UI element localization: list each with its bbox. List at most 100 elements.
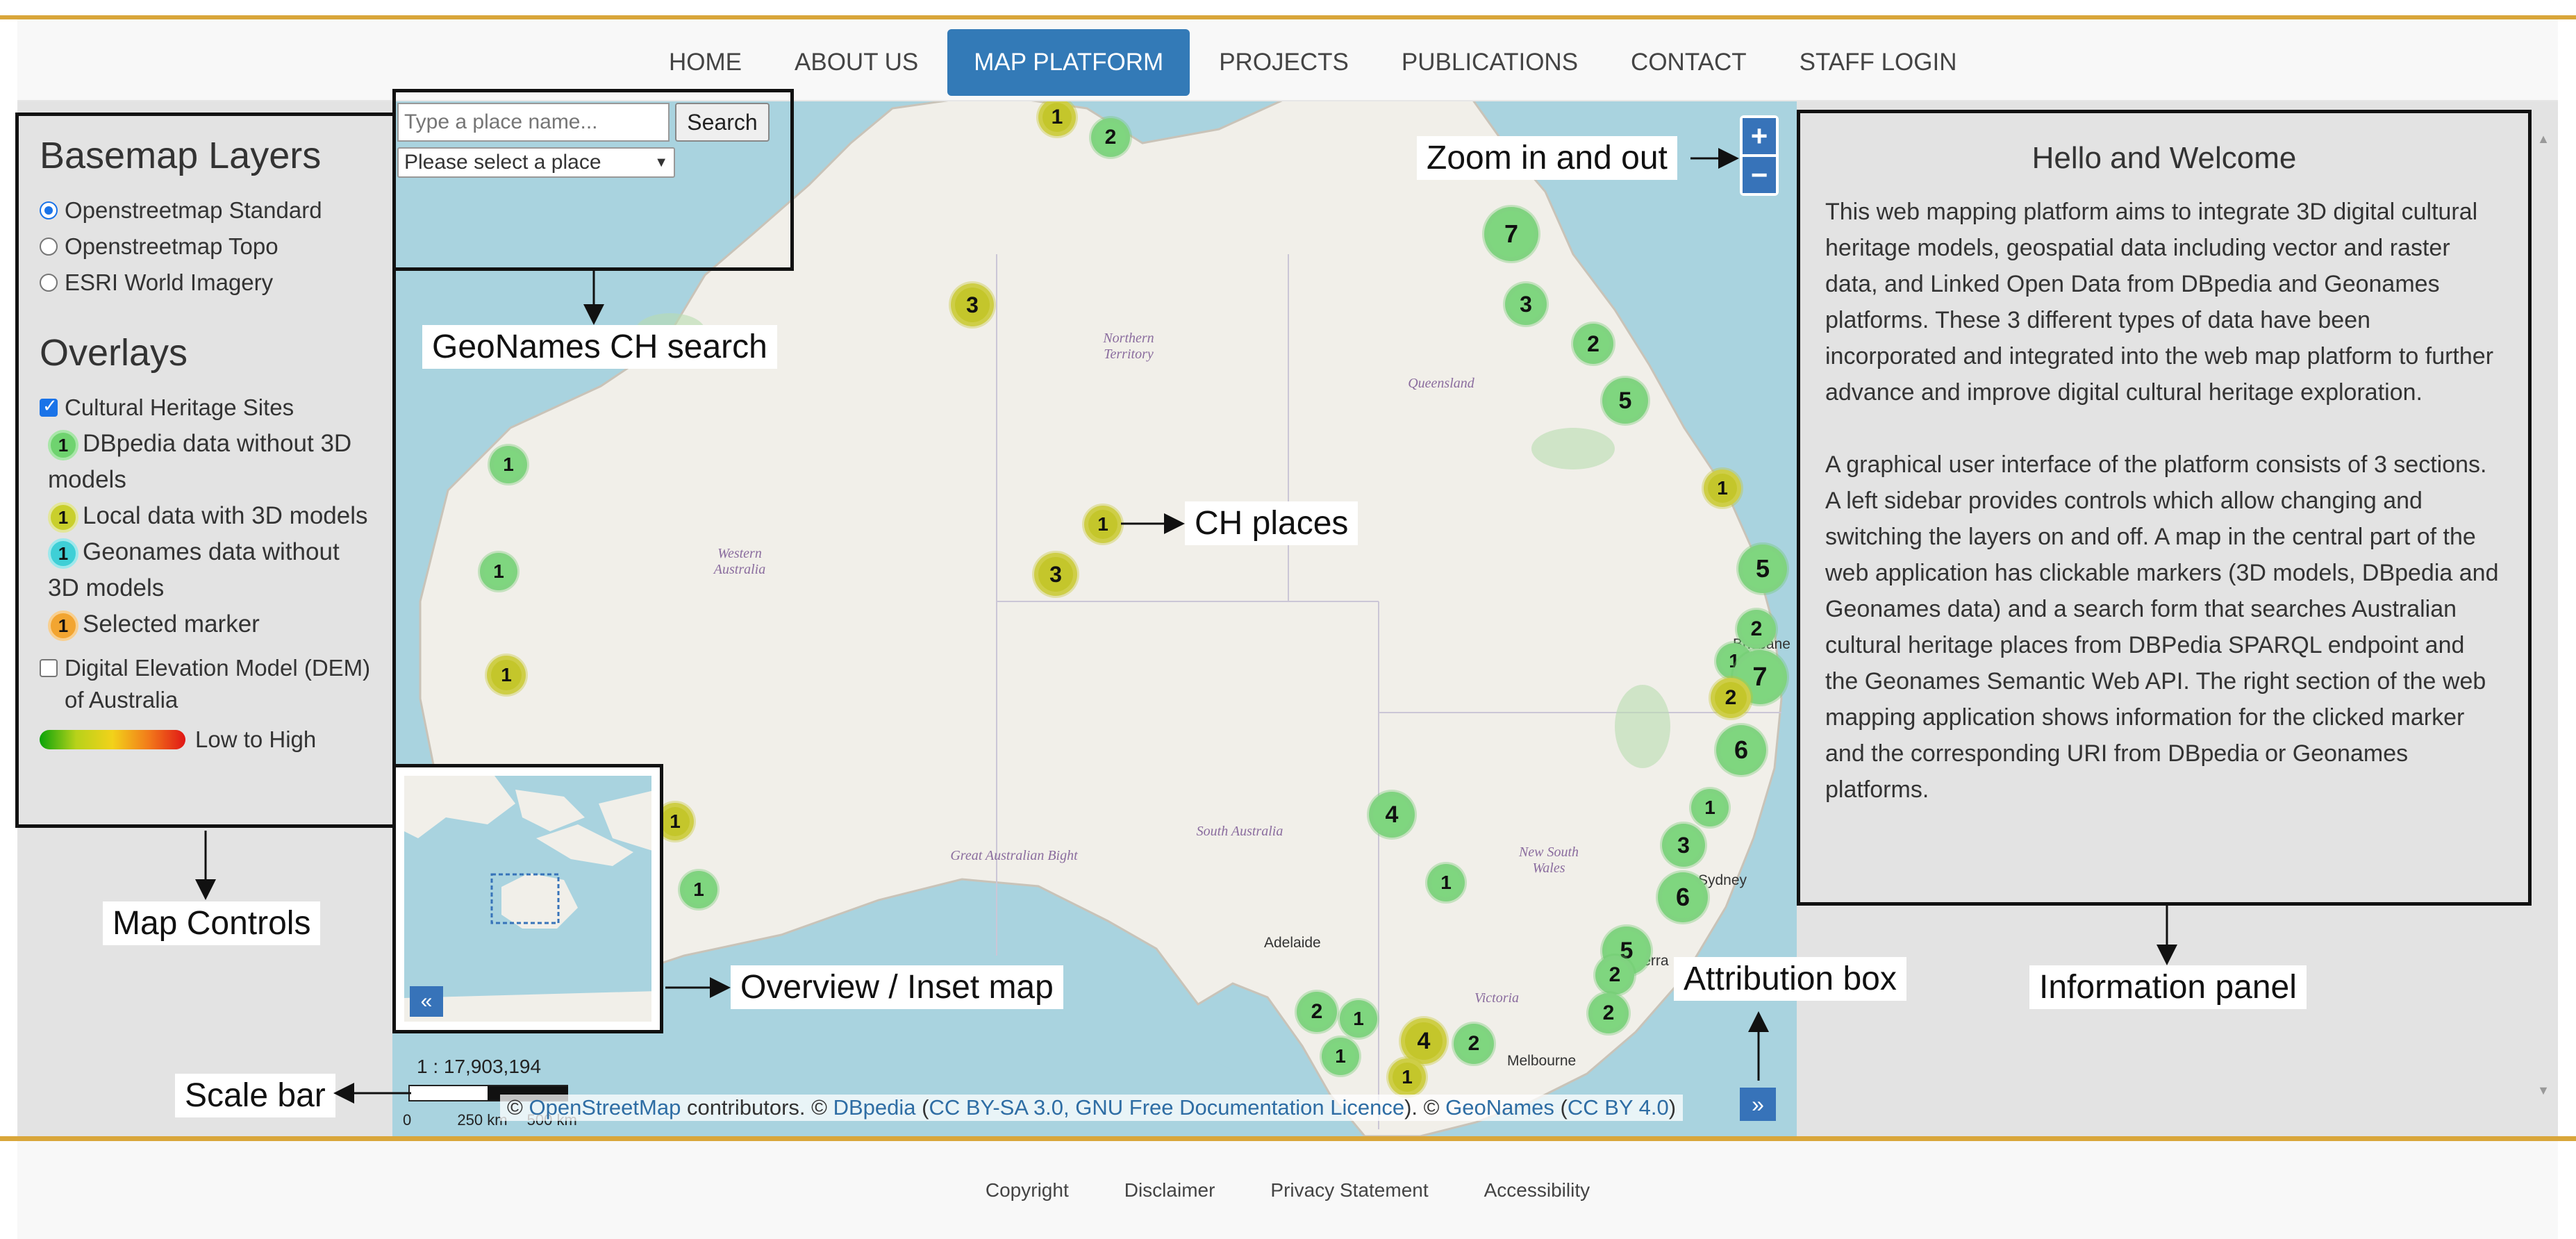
info-scrollbar[interactable]: ▲ ▼ bbox=[2535, 132, 2552, 1104]
overlay-dem[interactable]: Digital Elevation Model (DEM) of Austral… bbox=[40, 652, 372, 716]
marker-cluster[interactable]: 1 bbox=[1691, 789, 1729, 826]
marker-cluster[interactable]: 4 bbox=[1369, 792, 1415, 838]
marker-cluster[interactable]: 2 bbox=[1454, 1024, 1494, 1064]
marker-cluster[interactable]: 1 bbox=[1388, 1058, 1426, 1096]
legend-badge-teal: 1 bbox=[48, 538, 78, 569]
marker-cluster[interactable]: 1 bbox=[1704, 469, 1741, 507]
label-melbourne: Melbourne bbox=[1507, 1053, 1577, 1069]
marker-cluster[interactable]: 6 bbox=[1658, 872, 1708, 922]
annotation-overview: Overview / Inset map bbox=[731, 965, 1063, 1009]
place-select[interactable]: Please select a place ▼ bbox=[397, 147, 675, 178]
zoom-out-button[interactable]: − bbox=[1743, 157, 1776, 193]
label-adelaide: Adelaide bbox=[1264, 935, 1321, 951]
overlay-ch-sites[interactable]: Cultural Heritage Sites bbox=[40, 390, 372, 426]
attribution-osm-suffix: contributors. © bbox=[686, 1095, 827, 1120]
scroll-down-icon[interactable]: ▼ bbox=[2535, 1083, 2552, 1098]
nav-about-us[interactable]: ABOUT US bbox=[768, 29, 945, 96]
attribution-toggle-button[interactable]: » bbox=[1740, 1088, 1776, 1121]
basemap-option-esri[interactable]: ESRI World Imagery bbox=[40, 265, 372, 301]
marker-cluster[interactable]: 2 bbox=[1588, 993, 1629, 1033]
marker-cluster[interactable]: 2 bbox=[1711, 678, 1751, 718]
basemap-option-topo[interactable]: Openstreetmap Topo bbox=[40, 228, 372, 265]
marker-cluster[interactable]: 1 bbox=[1322, 1038, 1359, 1075]
label-new-south-wales: New South Wales bbox=[1518, 845, 1579, 876]
overlays-heading: Overlays bbox=[40, 332, 188, 374]
label-northern-territory: Northern Territory bbox=[1103, 331, 1154, 362]
checkbox-dem[interactable] bbox=[40, 659, 58, 677]
legend-badge-orange: 1 bbox=[48, 610, 78, 641]
footer-privacy-link[interactable]: Privacy Statement bbox=[1270, 1179, 1428, 1201]
ramp-label: Low to High bbox=[195, 726, 317, 752]
marker-cluster[interactable]: 1 bbox=[487, 656, 526, 695]
marker-cluster[interactable]: 2 bbox=[1091, 118, 1130, 157]
marker-cluster[interactable]: 3 bbox=[951, 283, 994, 326]
attribution-license-link[interactable]: CC BY-SA 3.0, GNU Free Documentation Lic… bbox=[929, 1095, 1404, 1120]
footer-accessibility-link[interactable]: Accessibility bbox=[1484, 1179, 1590, 1201]
scroll-up-icon[interactable]: ▲ bbox=[2535, 132, 2552, 147]
search-button[interactable]: Search bbox=[675, 103, 770, 142]
marker-cluster[interactable]: 2 bbox=[1737, 610, 1776, 649]
annotation-zoom: Zoom in and out bbox=[1417, 136, 1677, 180]
marker-ch-place[interactable]: 1 bbox=[1084, 506, 1122, 543]
annotation-places: CH places bbox=[1185, 501, 1358, 545]
radio-topo[interactable] bbox=[40, 238, 58, 256]
legend-text: Geonames data without 3D models bbox=[48, 538, 340, 601]
legend-text: DBpedia data without 3D models bbox=[48, 430, 352, 493]
marker-cluster[interactable]: 1 bbox=[1340, 1000, 1377, 1038]
marker-cluster[interactable]: 5 bbox=[1602, 378, 1648, 424]
marker-cluster[interactable]: 2 bbox=[1573, 324, 1613, 364]
overview-toggle-button[interactable]: « bbox=[410, 986, 443, 1017]
legend-badge-yellow: 1 bbox=[48, 501, 78, 533]
annotation-controls: Map Controls bbox=[103, 901, 321, 945]
footer-disclaimer-link[interactable]: Disclaimer bbox=[1124, 1179, 1215, 1201]
marker-cluster[interactable]: 1 bbox=[680, 871, 717, 908]
info-paragraph-2: A graphical user interface of the platfo… bbox=[1825, 451, 2499, 803]
footer-copyright-link[interactable]: Copyright bbox=[986, 1179, 1069, 1201]
marker-cluster[interactable]: 1 bbox=[480, 553, 517, 590]
nav-home[interactable]: HOME bbox=[642, 29, 768, 96]
basemap-option-standard[interactable]: Openstreetmap Standard bbox=[40, 192, 372, 228]
scale-label-0: 0 bbox=[403, 1111, 412, 1129]
elevation-ramp bbox=[40, 730, 185, 749]
radio-esri[interactable] bbox=[40, 274, 58, 292]
marker-cluster[interactable]: 1 bbox=[1427, 864, 1465, 901]
attribution-cc-link[interactable]: CC BY 4.0 bbox=[1568, 1095, 1669, 1120]
zoom-in-button[interactable]: + bbox=[1743, 118, 1776, 154]
nav-projects[interactable]: PROJECTS bbox=[1193, 29, 1375, 96]
marker-cluster[interactable]: 2 bbox=[1595, 956, 1634, 995]
map-controls-sidebar: Basemap Layers Openstreetmap Standard Op… bbox=[15, 113, 396, 828]
nav-staff-login[interactable]: STAFF LOGIN bbox=[1773, 29, 1984, 96]
marker-cluster[interactable]: 3 bbox=[1662, 824, 1705, 867]
nav-publications[interactable]: PUBLICATIONS bbox=[1375, 29, 1604, 96]
marker-cluster[interactable]: 5 bbox=[1738, 544, 1787, 593]
place-select-value: Please select a place bbox=[404, 151, 601, 174]
basemap-label: Openstreetmap Standard bbox=[65, 197, 322, 223]
legend-item-dbpedia: 1 DBpedia data without 3D models bbox=[48, 426, 372, 498]
marker-cluster[interactable]: 1 bbox=[490, 446, 527, 483]
overlay-label: Cultural Heritage Sites bbox=[65, 394, 294, 420]
marker-cluster[interactable]: 2 bbox=[1297, 992, 1337, 1032]
attribution-geonames-link[interactable]: GeoNames bbox=[1445, 1095, 1554, 1120]
annotation-info: Information panel bbox=[2029, 965, 2307, 1009]
attribution-osm-link[interactable]: OpenStreetMap bbox=[529, 1095, 681, 1120]
marker-cluster[interactable]: 7 bbox=[1484, 207, 1538, 261]
marker-cluster[interactable]: 3 bbox=[1505, 283, 1547, 325]
legend-item-local: 1 Local data with 3D models bbox=[48, 498, 372, 534]
attribution-dbpedia-link[interactable]: DBpedia bbox=[833, 1095, 916, 1120]
legend-badge-green: 1 bbox=[48, 429, 78, 460]
label-queensland: Queensland bbox=[1408, 376, 1474, 391]
place-search-input[interactable] bbox=[397, 103, 670, 142]
legend-text: Selected marker bbox=[83, 610, 260, 638]
legend-text: Local data with 3D models bbox=[83, 502, 368, 529]
nav-contact[interactable]: CONTACT bbox=[1604, 29, 1773, 96]
marker-cluster[interactable]: 6 bbox=[1716, 725, 1766, 775]
marker-cluster[interactable]: 3 bbox=[1034, 553, 1077, 596]
nav-map-platform[interactable]: MAP PLATFORM bbox=[947, 29, 1190, 96]
marker-cluster[interactable]: 4 bbox=[1401, 1018, 1447, 1064]
radio-standard[interactable] bbox=[40, 201, 58, 219]
label-western-australia: Western Australia bbox=[713, 546, 766, 577]
label-great-australian-bight: Great Australian Bight bbox=[950, 848, 1078, 863]
checkbox-ch-sites[interactable] bbox=[40, 396, 58, 417]
information-panel: Hello and Welcome This web mapping platf… bbox=[1797, 110, 2532, 906]
zoom-control: + − bbox=[1740, 115, 1779, 196]
